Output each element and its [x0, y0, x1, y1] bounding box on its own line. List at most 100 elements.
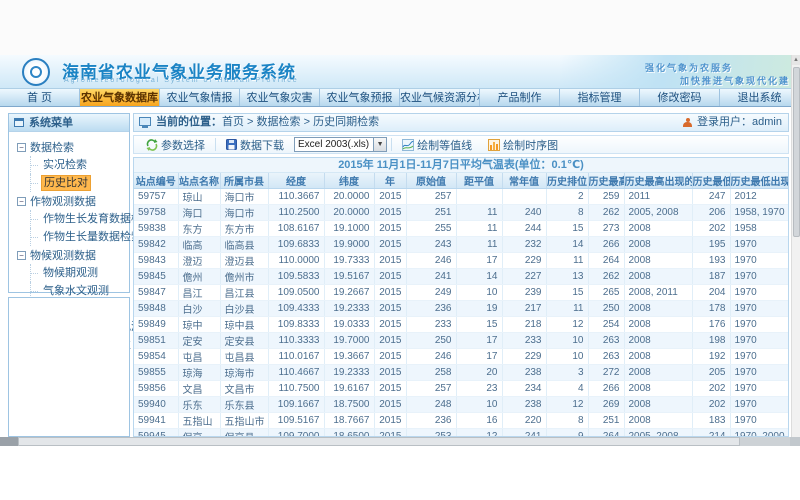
- table-cell: 17: [456, 253, 502, 269]
- collapse-minus-icon[interactable]: −: [17, 143, 26, 152]
- param-select-button[interactable]: 参数选择: [140, 136, 211, 153]
- table-row[interactable]: 59847昌江昌江县109.050019.2667201524910239152…: [134, 285, 789, 301]
- app-logo-icon: [22, 58, 50, 86]
- tree-child-item[interactable]: 物候期观测: [30, 264, 129, 282]
- table-cell: 257: [406, 381, 456, 397]
- table-row[interactable]: 59856文昌文昌市110.750019.6167201525723234426…: [134, 381, 789, 397]
- table-cell: 229: [502, 349, 546, 365]
- table-row[interactable]: 59851定安定安县110.333319.7000201525017233102…: [134, 333, 789, 349]
- column-header[interactable]: 距平值: [456, 173, 502, 189]
- table-cell: 定安县: [220, 333, 268, 349]
- table-cell: 110.3667: [268, 189, 324, 205]
- horizontal-scroll-thumb[interactable]: [18, 437, 740, 446]
- table-cell: 17: [456, 349, 502, 365]
- table-cell: 264: [588, 253, 624, 269]
- scroll-left-button[interactable]: [0, 437, 18, 446]
- table-row[interactable]: 59855琼海琼海市110.466719.2333201525820238327…: [134, 365, 789, 381]
- tree-child-label: 实况检索: [41, 158, 89, 172]
- tree-parent-item[interactable]: −数据检索: [17, 138, 129, 156]
- horizontal-scrollbar[interactable]: [0, 437, 800, 446]
- table-cell: 2008: [624, 397, 692, 413]
- table-row[interactable]: 59843澄迈澄迈县110.000019.7333201524617229112…: [134, 253, 789, 269]
- table-cell: 178: [692, 301, 730, 317]
- table-row[interactable]: 59849琼中琼中县109.833319.0333201523315218122…: [134, 317, 789, 333]
- table-cell: 263: [588, 349, 624, 365]
- table-row[interactable]: 59838东方东方市108.616719.1000201525511244152…: [134, 221, 789, 237]
- table-row[interactable]: 59854屯昌屯昌县110.016719.3667201524617229102…: [134, 349, 789, 365]
- collapse-minus-icon[interactable]: −: [17, 197, 26, 206]
- table-cell: 266: [588, 381, 624, 397]
- tree-child-item[interactable]: 历史比对: [30, 174, 129, 192]
- app-header: 强化气象为农服务 加快推进气象现代化建设 海南省农业气象业务服务系统 Agrom…: [0, 55, 800, 89]
- table-cell: 东方: [178, 221, 220, 237]
- table-cell: 14: [546, 237, 588, 253]
- nav-tab[interactable]: 农业气候资源分析: [400, 89, 480, 106]
- column-header[interactable]: 原始值: [406, 173, 456, 189]
- column-header[interactable]: 历史最低: [692, 173, 730, 189]
- nav-tab[interactable]: 指标管理: [560, 89, 640, 106]
- column-header[interactable]: 经度: [268, 173, 324, 189]
- nav-tab[interactable]: 首 页: [0, 89, 80, 106]
- vertical-scroll-thumb[interactable]: [793, 67, 800, 237]
- table-cell: 1970: [730, 397, 789, 413]
- tree-child-item[interactable]: 作物生长量数据检索: [30, 228, 129, 246]
- table-cell: 108.6167: [268, 221, 324, 237]
- collapse-minus-icon[interactable]: −: [17, 251, 26, 260]
- draw-timeseries-button[interactable]: 绘制时序图: [482, 136, 564, 153]
- table-row[interactable]: 59848白沙白沙县109.433319.2333201523619217112…: [134, 301, 789, 317]
- nav-tab[interactable]: 农业气象预报: [320, 89, 400, 106]
- table-cell: 255: [406, 221, 456, 237]
- table-cell: 59940: [134, 397, 178, 413]
- table-cell: 15: [546, 285, 588, 301]
- table-cell: 儋州: [178, 269, 220, 285]
- table-cell: 海口: [178, 205, 220, 221]
- scroll-up-arrow-icon[interactable]: ▲: [792, 55, 800, 65]
- nav-tab[interactable]: 农业气象数据库: [80, 89, 160, 106]
- table-cell: 232: [502, 237, 546, 253]
- column-header[interactable]: 站点编号: [134, 173, 178, 189]
- column-header[interactable]: 历史最高出现的年份: [624, 173, 692, 189]
- nav-tab[interactable]: 农业气象灾害: [240, 89, 320, 106]
- table-row[interactable]: 59757琼山海口市110.366720.0000201525722592011…: [134, 189, 789, 205]
- draw-contour-button[interactable]: 绘制等值线: [396, 136, 478, 153]
- data-download-button[interactable]: 数据下载: [220, 136, 290, 153]
- table-cell: 243: [406, 237, 456, 253]
- column-header[interactable]: 所属市县: [220, 173, 268, 189]
- tree-parent-item[interactable]: −作物观测数据: [17, 192, 129, 210]
- tree-child-item[interactable]: 实况检索: [30, 156, 129, 174]
- nav-tab[interactable]: 农业气象情报: [160, 89, 240, 106]
- table-cell: 2015: [374, 413, 406, 429]
- tree-child-item[interactable]: 作物生长发育数据检索: [30, 210, 129, 228]
- table-row[interactable]: 59940乐东乐东县109.166718.7500201524810238122…: [134, 397, 789, 413]
- table-cell: 110.0000: [268, 253, 324, 269]
- table-row[interactable]: 59945保亭保亭县109.700018.6500201525312241926…: [134, 429, 789, 438]
- table-cell: 1970: [730, 237, 789, 253]
- table-row[interactable]: 59941五指山五指山市109.516718.76672015236162208…: [134, 413, 789, 429]
- table-cell: 琼中: [178, 317, 220, 333]
- nav-tab[interactable]: 退出系统: [720, 89, 800, 106]
- table-cell: 59854: [134, 349, 178, 365]
- table-row[interactable]: 59845儋州儋州市109.583319.5167201524114227132…: [134, 269, 789, 285]
- table-row[interactable]: 59758海口海口市110.250020.0000201525111240826…: [134, 205, 789, 221]
- table-cell: 屯昌: [178, 349, 220, 365]
- table-row[interactable]: 59842临高临高县109.683319.9000201524311232142…: [134, 237, 789, 253]
- nav-tab[interactable]: 修改密码: [640, 89, 720, 106]
- column-header[interactable]: 历史排位: [546, 173, 588, 189]
- column-header[interactable]: 历史最低出现的年份: [730, 173, 789, 189]
- table-cell: 11: [456, 205, 502, 221]
- param-select-label: 参数选择: [161, 137, 205, 153]
- nav-tab[interactable]: 产品制作: [480, 89, 560, 106]
- vertical-scrollbar[interactable]: ▲: [791, 55, 800, 437]
- table-cell: 东方市: [220, 221, 268, 237]
- table-cell: 2015: [374, 253, 406, 269]
- tree-parent-item[interactable]: −物候观测数据: [17, 246, 129, 264]
- table-cell: 187: [692, 269, 730, 285]
- column-header[interactable]: 纬度: [324, 173, 374, 189]
- column-header[interactable]: 历史最高: [588, 173, 624, 189]
- column-header[interactable]: 站点名称: [178, 173, 220, 189]
- format-select[interactable]: Excel 2003(.xls) ▼: [294, 137, 387, 152]
- table-cell: 2005, 2008: [624, 205, 692, 221]
- column-header[interactable]: 年: [374, 173, 406, 189]
- column-header[interactable]: 常年值: [502, 173, 546, 189]
- table-cell: [502, 189, 546, 205]
